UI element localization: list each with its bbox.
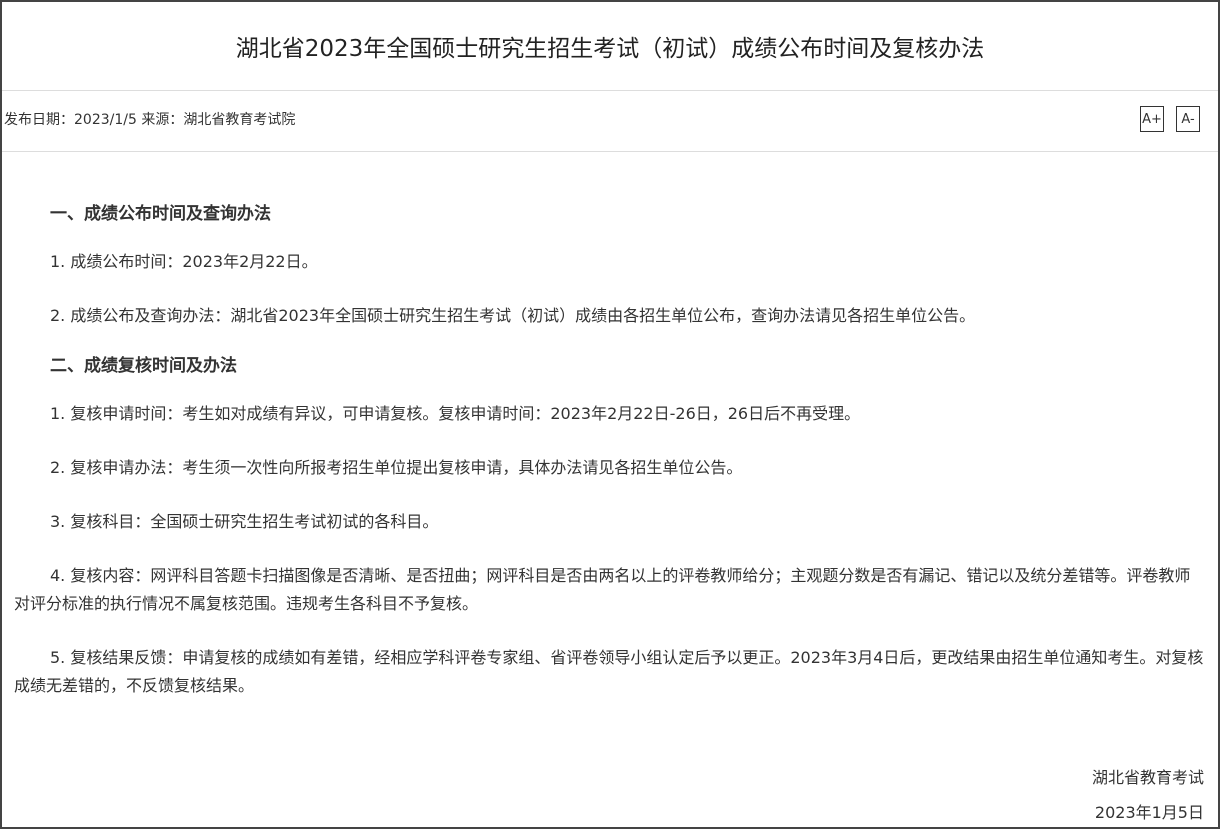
section-heading-2: 二、成绩复核时间及办法	[50, 356, 237, 376]
paragraph: 2. 复核申请办法：考生须一次性向所报考招生单位提出复核申请，具体办法请见各招生…	[50, 458, 743, 477]
paragraph: 3. 复核科目：全国硕士研究生招生考试初试的各科目。	[50, 512, 439, 531]
page-title: 湖北省2023年全国硕士研究生招生考试（初试）成绩公布时间及复核办法	[235, 36, 985, 62]
paragraph: 1. 复核申请时间：考生如对成绩有异议，可申请复核。复核申请时间：2023年2月…	[50, 404, 861, 423]
paragraph: 5. 复核结果反馈：申请复核的成绩如有差错，经相应学科评卷专家组、省评卷领导小组…	[14, 648, 1204, 695]
signature-date: 2023年1月5日	[1094, 803, 1204, 822]
font-size-controls: A+ A-	[1140, 106, 1200, 132]
paragraph: 2. 成绩公布及查询办法：湖北省2023年全国硕士研究生招生考试（初试）成绩由各…	[50, 306, 976, 325]
section-heading-1: 一、成绩公布时间及查询办法	[50, 204, 271, 224]
paragraph: 1. 成绩公布时间：2023年2月22日。	[50, 252, 318, 271]
meta-bar: 发布日期：2023/1/5 来源：湖北省教育考试院 A+ A-	[2, 91, 1218, 152]
font-decrease-button[interactable]: A-	[1176, 106, 1200, 132]
font-increase-button[interactable]: A+	[1140, 106, 1164, 132]
publish-meta: 发布日期：2023/1/5 来源：湖北省教育考试院	[4, 112, 296, 128]
article-frame: 湖北省2023年全国硕士研究生招生考试（初试）成绩公布时间及复核办法 发布日期：…	[0, 0, 1220, 829]
signature-org: 湖北省教育考试	[1091, 768, 1204, 787]
article-body: 一、成绩公布时间及查询办法 1. 成绩公布时间：2023年2月22日。 2. 成…	[2, 152, 1218, 700]
title-bar: 湖北省2023年全国硕士研究生招生考试（初试）成绩公布时间及复核办法	[2, 2, 1218, 91]
paragraph: 4. 复核内容：网评科目答题卡扫描图像是否清晰、是否扭曲；网评科目是否由两名以上…	[14, 566, 1191, 613]
